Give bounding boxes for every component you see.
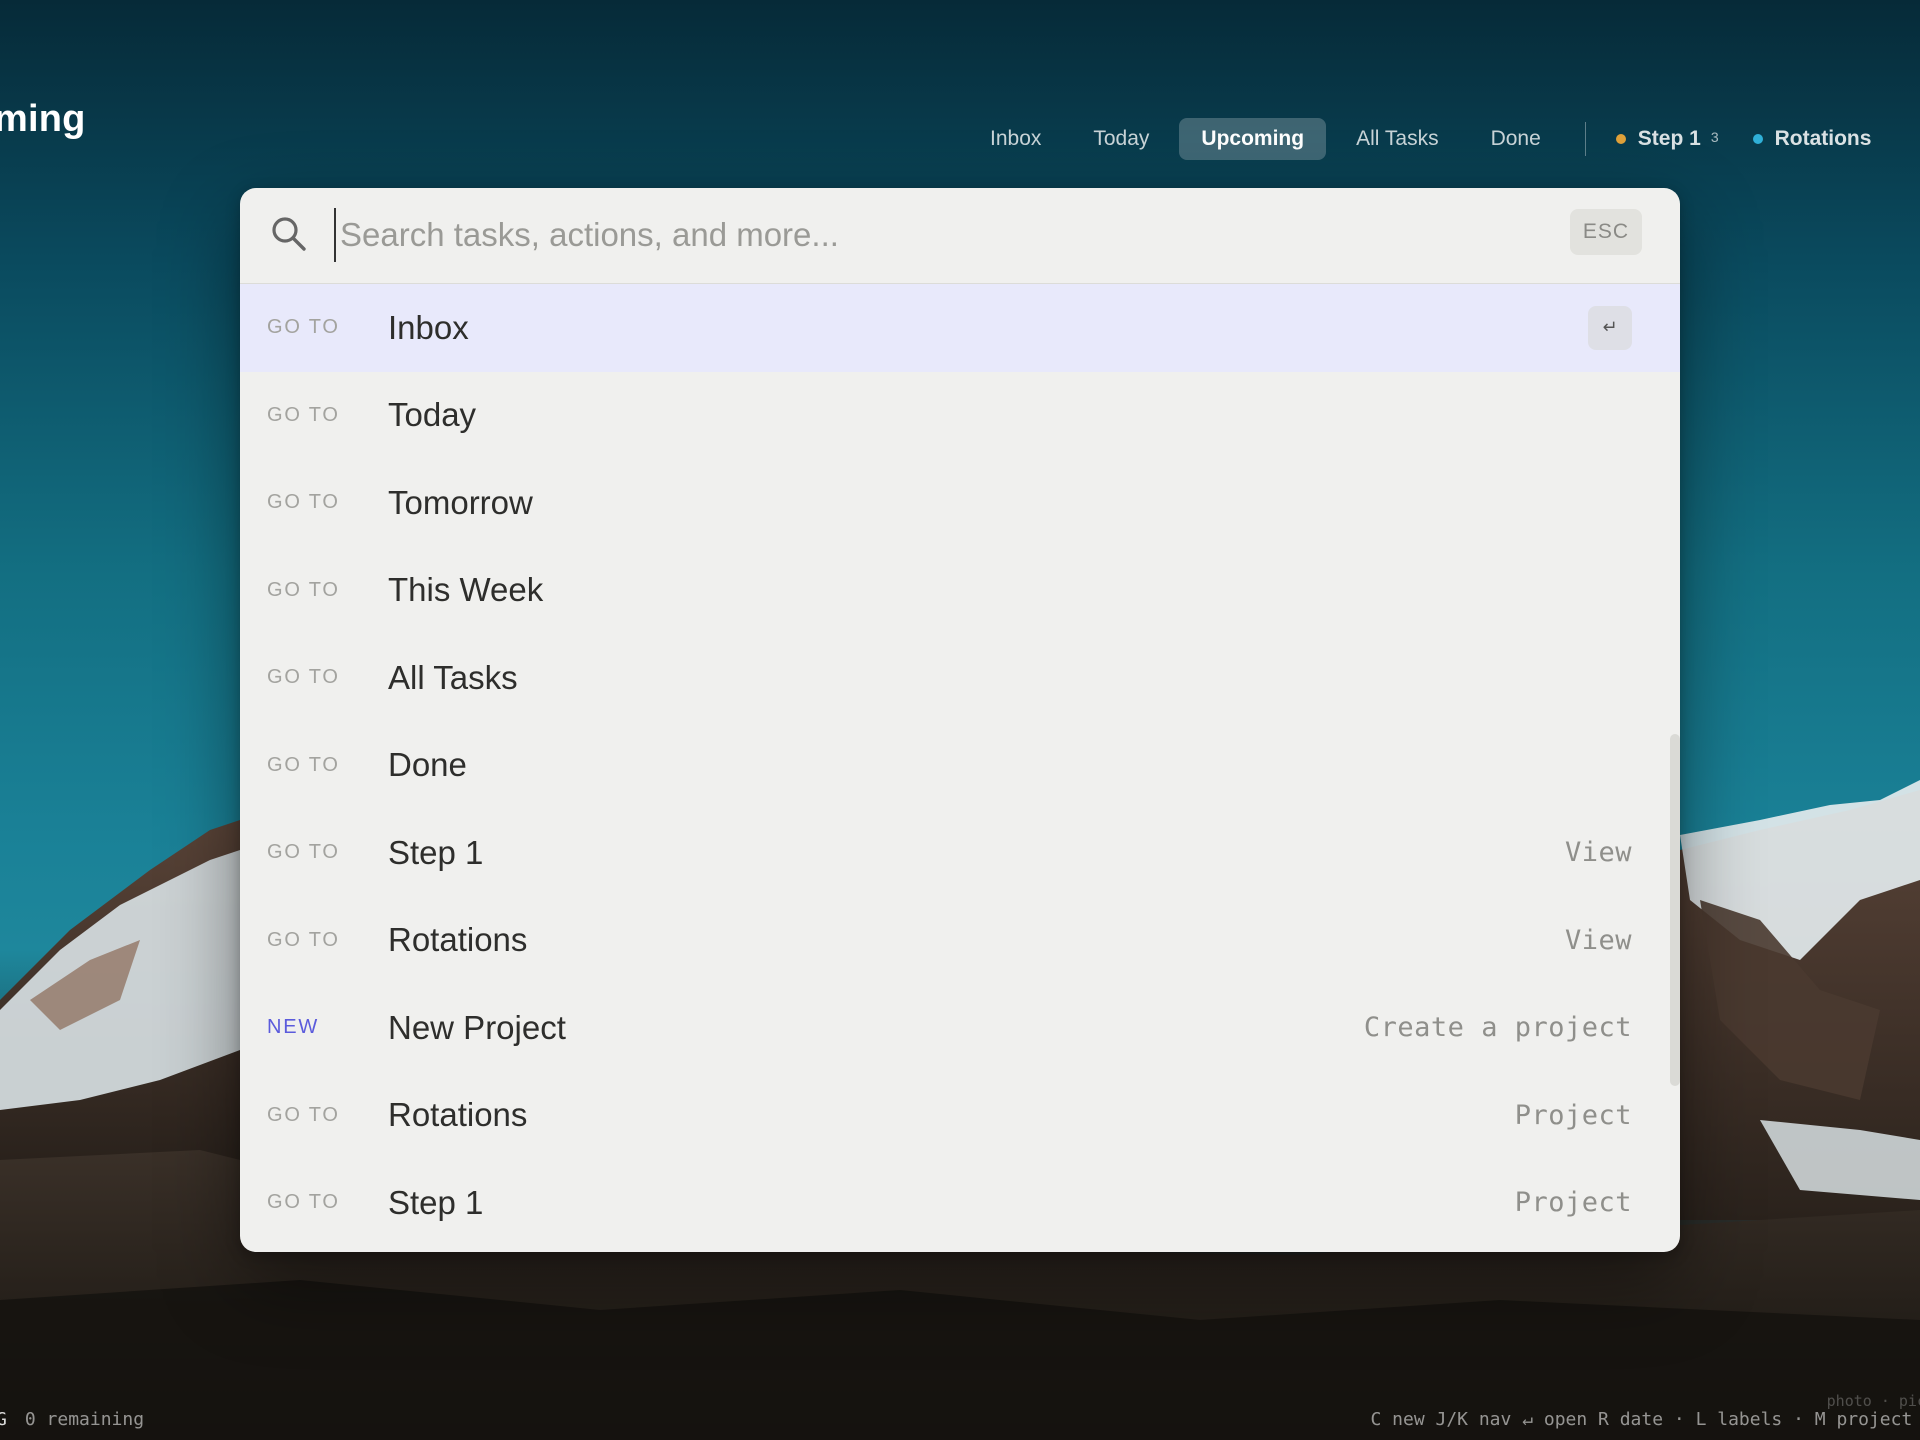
keyboard-shortcuts-hint: C new J/K nav ↵ open R date · L labels ·…: [1370, 1409, 1920, 1430]
palette-search-row: ESC: [240, 188, 1680, 284]
result-row-inbox[interactable]: GO TO Inbox ↵: [240, 284, 1680, 372]
result-row-new-project[interactable]: NEW New Project Create a project: [240, 984, 1680, 1072]
results-scrollbar[interactable]: [1670, 734, 1680, 1086]
top-navigation: Inbox Today Upcoming All Tasks Done Step…: [968, 117, 1889, 161]
photo-credit: photo · pic: [1826, 1392, 1920, 1410]
project-color-dot: [1615, 134, 1626, 144]
tab-inbox[interactable]: Inbox: [968, 118, 1063, 160]
enter-key-icon: ↵: [1588, 305, 1632, 350]
result-row-all-tasks[interactable]: GO TO All Tasks: [240, 634, 1680, 722]
command-palette: ESC GO TO Inbox ↵ GO TO Today GO TO Tomo…: [240, 188, 1680, 1252]
result-label: Rotations: [388, 1096, 528, 1134]
project-task-count: 3: [1710, 129, 1719, 145]
result-label: Rotations: [388, 921, 528, 959]
results-list: GO TO Inbox ↵ GO TO Today GO TO Tomorrow…: [240, 284, 1680, 1247]
result-label: Tomorrow: [388, 483, 533, 521]
result-hint: Project: [1514, 1187, 1632, 1219]
result-hint: Create a project: [1363, 1012, 1632, 1044]
result-label: This Week: [388, 571, 544, 609]
project-color-dot: [1752, 134, 1763, 144]
page-title: ming: [0, 98, 86, 140]
result-label: All Tasks: [388, 658, 518, 696]
result-kind: GO TO: [267, 578, 340, 601]
tab-done[interactable]: Done: [1469, 118, 1563, 160]
tab-upcoming[interactable]: Upcoming: [1179, 118, 1327, 160]
search-icon: [272, 217, 306, 251]
result-hint: View: [1564, 837, 1632, 869]
result-label: Step 1: [388, 833, 484, 871]
result-hint: Project: [1514, 1099, 1632, 1131]
result-kind: GO TO: [267, 1191, 340, 1214]
project-tab-label: Rotations: [1774, 127, 1872, 150]
result-label: Inbox: [388, 308, 469, 346]
result-kind: GO TO: [267, 1103, 340, 1126]
result-kind: GO TO: [267, 666, 340, 689]
result-row-done[interactable]: GO TO Done: [240, 722, 1680, 810]
result-row-tomorrow[interactable]: GO TO Tomorrow: [240, 459, 1680, 547]
result-row-step-1-view[interactable]: GO TO Step 1 View: [240, 809, 1680, 897]
result-kind: GO TO: [267, 403, 340, 426]
result-hint: View: [1564, 924, 1632, 956]
search-input[interactable]: [334, 208, 1340, 262]
result-row-step-1-project[interactable]: GO TO Step 1 Project: [240, 1159, 1680, 1247]
app-window: ming Inbox Today Upcoming All Tasks Done…: [0, 0, 1920, 1440]
result-label: Today: [388, 396, 477, 434]
result-row-rotations-view[interactable]: GO TO Rotations View: [240, 897, 1680, 985]
result-kind: GO TO: [267, 753, 340, 776]
result-kind: GO TO: [267, 928, 340, 951]
tab-today[interactable]: Today: [1071, 118, 1171, 160]
result-kind: NEW: [267, 1016, 320, 1039]
project-tab-step-1[interactable]: Step 1 3: [1608, 118, 1737, 160]
result-kind: GO TO: [267, 491, 340, 514]
status-glyph: G: [0, 1409, 7, 1430]
result-label: Step 1: [388, 1183, 484, 1221]
esc-key-hint[interactable]: ESC: [1570, 209, 1642, 255]
result-row-today[interactable]: GO TO Today: [240, 372, 1680, 460]
result-kind: GO TO: [267, 316, 340, 339]
nav-divider: [1584, 122, 1586, 156]
project-tab-label: Step 1: [1637, 127, 1701, 150]
remaining-count: 0 remaining: [24, 1409, 145, 1430]
status-bar-left: G 0 remaining: [0, 1409, 144, 1430]
result-label: New Project: [388, 1008, 566, 1046]
project-tab-rotations[interactable]: Rotations: [1745, 118, 1890, 160]
result-row-rotations-project[interactable]: GO TO Rotations Project: [240, 1072, 1680, 1160]
result-kind: GO TO: [267, 841, 340, 864]
tab-all-tasks[interactable]: All Tasks: [1334, 118, 1460, 160]
result-row-this-week[interactable]: GO TO This Week: [240, 547, 1680, 635]
result-label: Done: [388, 746, 467, 784]
